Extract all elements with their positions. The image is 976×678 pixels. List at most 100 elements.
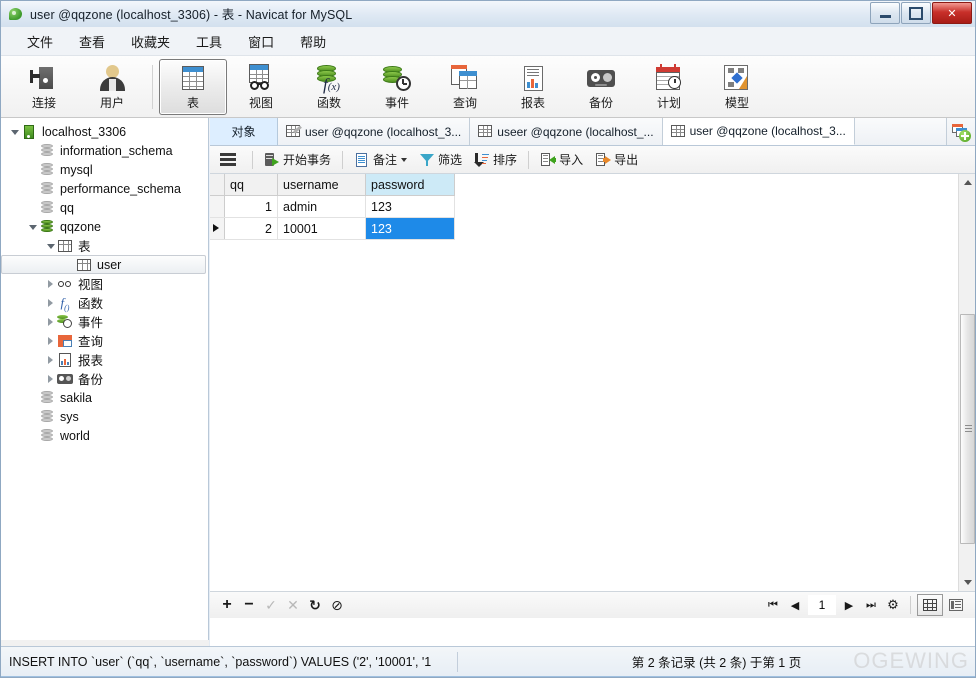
stop-button[interactable]: ⊘	[326, 595, 348, 615]
toolbar-button-query[interactable]: 查询	[431, 59, 499, 115]
add-record-button[interactable]: +	[216, 595, 238, 615]
expander-right-icon[interactable]	[45, 354, 57, 366]
tree-node-functions-folder[interactable]: f() 函数	[1, 293, 208, 312]
cell-password-selected[interactable]: 123	[365, 217, 455, 240]
minimize-button[interactable]	[870, 2, 900, 24]
menu-item-favorites[interactable]: 收藏夹	[118, 28, 183, 55]
toolbar-button-connection[interactable]: 连接	[10, 59, 78, 115]
expander-down-icon[interactable]	[45, 240, 57, 252]
new-tab-button[interactable]	[947, 118, 975, 145]
row-indicator[interactable]	[210, 195, 225, 218]
first-page-button[interactable]: ⏮	[762, 595, 784, 615]
tab-label: user @qqzone (localhost_3...	[305, 124, 462, 139]
cell-password[interactable]: 123	[365, 195, 455, 218]
close-button[interactable]: ✕	[932, 2, 972, 24]
note-button[interactable]: 备注	[348, 149, 413, 171]
delete-record-button[interactable]: −	[238, 595, 260, 615]
import-button[interactable]: 导入	[534, 149, 589, 171]
tree-node-label: 事件	[78, 316, 104, 330]
prev-page-button[interactable]: ◀	[784, 595, 806, 615]
tree-node-mysql[interactable]: mysql	[1, 160, 208, 179]
maximize-button[interactable]	[901, 2, 931, 24]
expander-down-icon[interactable]	[27, 221, 39, 233]
column-header-qq[interactable]: qq	[224, 174, 278, 196]
menu-item-tools[interactable]: 工具	[183, 28, 235, 55]
cancel-record-button[interactable]: ✕	[282, 595, 304, 615]
page-number-input[interactable]: 1	[808, 595, 836, 615]
tree-node-reports-folder[interactable]: 报表	[1, 350, 208, 369]
toolbar-button-report[interactable]: 报表	[499, 59, 567, 115]
tree-node-qq[interactable]: qq	[1, 198, 208, 217]
tree-node-sys[interactable]: sys	[1, 407, 208, 426]
export-button[interactable]: 导出	[589, 149, 644, 171]
toolbar-button-user[interactable]: 用户	[78, 59, 146, 115]
sort-button[interactable]: 排序	[468, 149, 523, 171]
grid-toolbar-separator	[342, 150, 344, 169]
tree-node-localhost_3306[interactable]: localhost_3306	[1, 122, 208, 141]
refresh-button[interactable]: ↻	[304, 595, 326, 615]
confirm-record-button[interactable]: ✓	[260, 595, 282, 615]
begin-transaction-button[interactable]: 开始事务	[258, 149, 337, 171]
grid-vertical-scrollbar[interactable]	[958, 174, 976, 591]
tab-user-design[interactable]: user @qqzone (localhost_3...	[278, 118, 471, 145]
toolbar-button-event[interactable]: 事件	[363, 59, 431, 115]
last-page-button[interactable]: ⏭	[860, 595, 882, 615]
database-icon	[39, 200, 55, 216]
tree-node-queries-folder[interactable]: 查询	[1, 331, 208, 350]
cell-qq[interactable]: 1	[224, 195, 278, 218]
grid-menu-button[interactable]	[218, 149, 238, 171]
cell-username[interactable]: 10001	[277, 217, 366, 240]
tree-node-events-folder[interactable]: 事件	[1, 312, 208, 331]
toolbar-button-backup[interactable]: 备份	[567, 59, 635, 115]
chevron-down-icon[interactable]	[401, 157, 408, 162]
form-view-button[interactable]	[943, 594, 969, 616]
database-tree-sidebar[interactable]: localhost_3306 information_schema mysql …	[1, 118, 209, 646]
cell-username[interactable]: admin	[277, 195, 366, 218]
tree-node-information_schema[interactable]: information_schema	[1, 141, 208, 160]
tree-node-user-table[interactable]: user	[1, 255, 206, 274]
expander-down-icon[interactable]	[9, 126, 21, 138]
expander-right-icon[interactable]	[45, 335, 57, 347]
toolbar-label-report: 报表	[520, 95, 545, 110]
toolbar-button-schedule[interactable]: 计划	[635, 59, 703, 115]
tree-node-sakila[interactable]: sakila	[1, 388, 208, 407]
scroll-up-button[interactable]	[959, 174, 976, 191]
expander-right-icon[interactable]	[45, 316, 57, 328]
toolbar-button-function[interactable]: f(x) 函数	[295, 59, 363, 115]
tree-node-performance_schema[interactable]: performance_schema	[1, 179, 208, 198]
data-grid[interactable]: qq username password 1 admin 123 2 10001…	[210, 174, 975, 591]
toolbar-button-table[interactable]: 表	[159, 58, 227, 115]
tree-node-views-folder[interactable]: 视图	[1, 274, 208, 293]
tree-node-tables-folder[interactable]: 表	[1, 236, 208, 255]
menu-item-window[interactable]: 窗口	[235, 28, 287, 55]
expander-right-icon[interactable]	[45, 297, 57, 309]
toolbar-label-schedule: 计划	[656, 95, 681, 110]
tab-objects[interactable]: 对象	[210, 118, 278, 145]
grid-settings-button[interactable]: ⚙	[882, 595, 904, 615]
tab-user-data[interactable]: user @qqzone (localhost_3...	[662, 118, 855, 145]
expander-right-icon[interactable]	[45, 278, 57, 290]
filter-button[interactable]: 筛选	[413, 149, 468, 171]
row-indicator-current[interactable]	[210, 217, 225, 240]
grid-view-button[interactable]	[917, 594, 943, 616]
column-header-username[interactable]: username	[277, 174, 366, 196]
tree-node-qqzone[interactable]: qqzone	[1, 217, 208, 236]
table-row[interactable]: 2 10001 123	[210, 217, 455, 240]
toolbar-button-model[interactable]: 模型	[703, 59, 771, 115]
navicat-leaf-icon	[8, 6, 24, 22]
next-page-button[interactable]: ▶	[838, 595, 860, 615]
column-header-password[interactable]: password	[365, 174, 455, 196]
menu-item-file[interactable]: 文件	[14, 28, 66, 55]
menu-item-view[interactable]: 查看	[66, 28, 118, 55]
cell-qq[interactable]: 2	[224, 217, 278, 240]
toolbar-button-view[interactable]: 视图	[227, 59, 295, 115]
menu-item-help[interactable]: 帮助	[287, 28, 339, 55]
table-data-icon	[670, 124, 686, 139]
scroll-down-button[interactable]	[959, 574, 976, 591]
expander-right-icon[interactable]	[45, 373, 57, 385]
tree-node-world[interactable]: world	[1, 426, 208, 445]
tree-node-backups-folder[interactable]: 备份	[1, 369, 208, 388]
table-row[interactable]: 1 admin 123	[210, 195, 455, 218]
tab-useer-data[interactable]: useer @qqzone (localhost_...	[470, 118, 663, 145]
scrollbar-thumb[interactable]	[960, 314, 975, 544]
